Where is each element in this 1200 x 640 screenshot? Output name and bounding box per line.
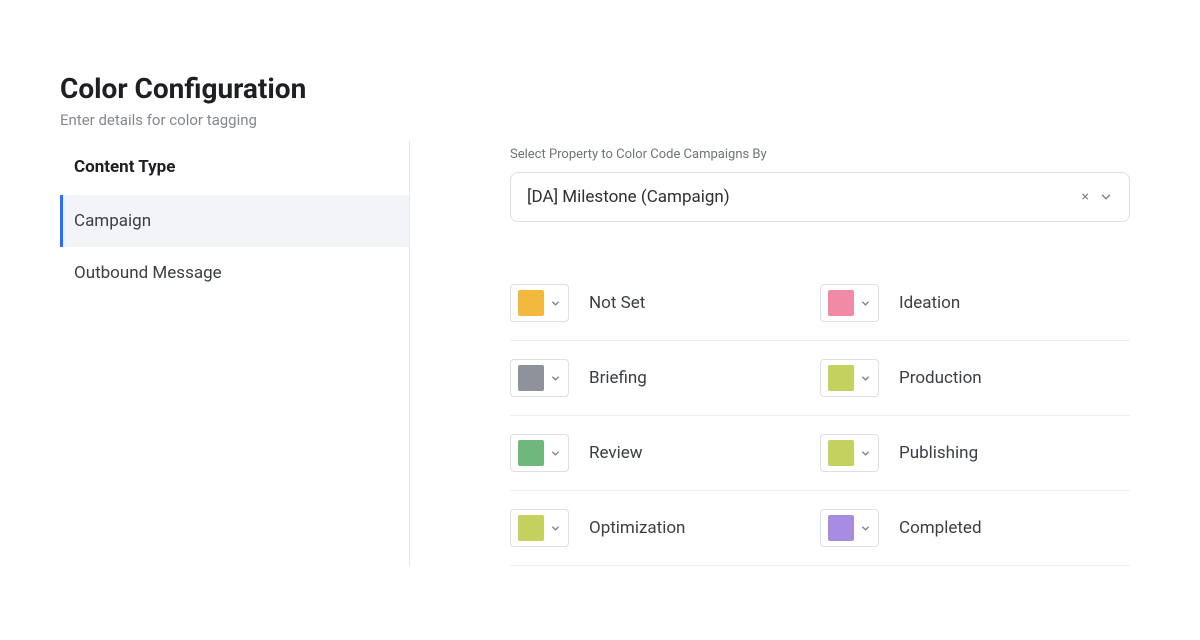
- color-swatch: [828, 515, 854, 541]
- content-type-sidebar: Content Type Campaign Outbound Message: [60, 141, 410, 566]
- color-picker[interactable]: [820, 359, 879, 397]
- chevron-down-icon: [860, 373, 871, 384]
- property-select-controls: ×: [1082, 190, 1113, 204]
- color-mapping-row: Not Set: [510, 266, 820, 341]
- color-picker[interactable]: [510, 359, 569, 397]
- property-select-label: Select Property to Color Code Campaigns …: [510, 147, 1140, 162]
- chevron-down-icon: [860, 298, 871, 309]
- color-mapping-label: Not Set: [589, 293, 645, 313]
- color-swatch: [518, 440, 544, 466]
- color-mapping-label: Publishing: [899, 443, 978, 463]
- color-mapping-row: Ideation: [820, 266, 1130, 341]
- color-mapping-label: Ideation: [899, 293, 960, 313]
- content-type-item-campaign[interactable]: Campaign: [60, 195, 409, 247]
- color-picker[interactable]: [820, 509, 879, 547]
- color-mapping-label: Briefing: [589, 368, 647, 388]
- property-select-value: [DA] Milestone (Campaign): [527, 187, 730, 207]
- color-mapping-row: Publishing: [820, 416, 1130, 491]
- color-mapping-label: Production: [899, 368, 982, 388]
- content-type-heading: Content Type: [60, 147, 409, 195]
- color-mapping-grid: Not Set Ideation: [510, 266, 1130, 566]
- color-mapping-label: Completed: [899, 518, 982, 538]
- content-type-item-outbound-message[interactable]: Outbound Message: [60, 247, 409, 299]
- color-swatch: [828, 290, 854, 316]
- color-picker[interactable]: [510, 284, 569, 322]
- color-mapping-row: Completed: [820, 491, 1130, 566]
- chevron-down-icon: [550, 448, 561, 459]
- chevron-down-icon[interactable]: [1099, 190, 1113, 204]
- color-picker[interactable]: [820, 434, 879, 472]
- chevron-down-icon: [550, 523, 561, 534]
- chevron-down-icon: [860, 523, 871, 534]
- color-mapping-row: Production: [820, 341, 1130, 416]
- property-select[interactable]: [DA] Milestone (Campaign) ×: [510, 172, 1130, 222]
- chevron-down-icon: [550, 373, 561, 384]
- color-mapping-label: Review: [589, 443, 643, 463]
- color-swatch: [518, 515, 544, 541]
- main-panel: Select Property to Color Code Campaigns …: [410, 141, 1140, 566]
- color-swatch: [518, 365, 544, 391]
- color-picker[interactable]: [820, 284, 879, 322]
- page-title: Color Configuration: [60, 72, 1140, 105]
- content-type-item-label: Campaign: [74, 211, 151, 231]
- color-swatch: [828, 365, 854, 391]
- page-subtitle: Enter details for color tagging: [60, 111, 1140, 129]
- color-swatch: [518, 290, 544, 316]
- color-mapping-row: Review: [510, 416, 820, 491]
- chevron-down-icon: [550, 298, 561, 309]
- color-mapping-label: Optimization: [589, 518, 685, 538]
- page-header: Color Configuration Enter details for co…: [60, 72, 1140, 129]
- color-picker[interactable]: [510, 434, 569, 472]
- chevron-down-icon: [860, 448, 871, 459]
- color-mapping-row: Optimization: [510, 491, 820, 566]
- color-picker[interactable]: [510, 509, 569, 547]
- color-mapping-row: Briefing: [510, 341, 820, 416]
- content-type-item-label: Outbound Message: [74, 263, 222, 283]
- clear-icon[interactable]: ×: [1082, 190, 1089, 204]
- color-swatch: [828, 440, 854, 466]
